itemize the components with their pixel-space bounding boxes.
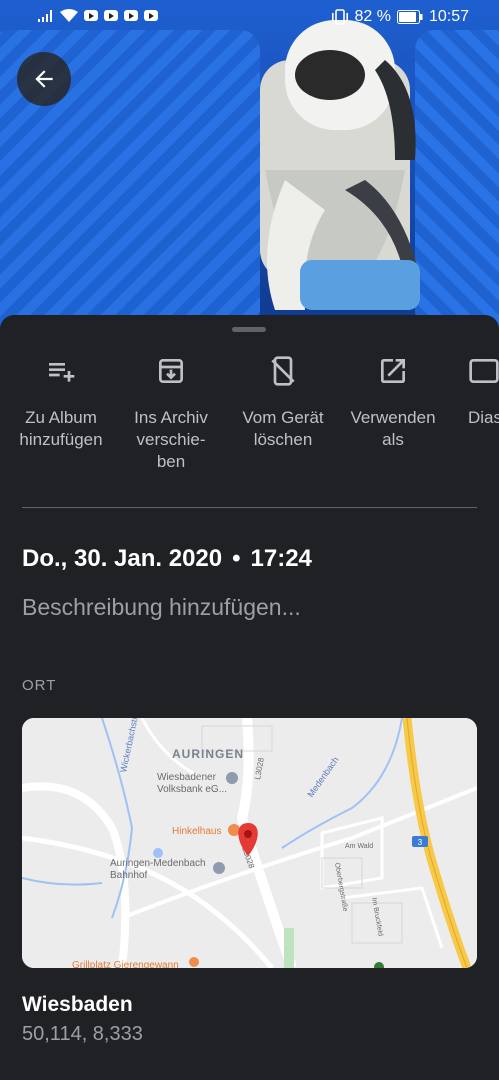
youtube-notification-icon xyxy=(84,10,98,21)
description-input[interactable]: Beschreibung hinzufügen... xyxy=(22,594,301,621)
photo-preview[interactable] xyxy=(0,0,499,330)
action-label: Dias xyxy=(468,408,499,427)
photo-time: 17:24 xyxy=(250,545,312,572)
action-label: Zu Album hinzufügen xyxy=(19,408,103,449)
date-time-row[interactable]: Do., 30. Jan. 2020 • 17:24 xyxy=(22,545,312,573)
slideshow-icon xyxy=(469,359,499,383)
map-grill-label: Grillplatz Gierengewann xyxy=(72,960,179,968)
use-as-button[interactable]: Verwenden als xyxy=(338,351,448,451)
battery-icon xyxy=(396,10,423,24)
youtube-notification-icon xyxy=(124,10,138,21)
wifi-icon xyxy=(60,9,78,22)
map-image: 3 AURINGEN Wiesbadener Volksbank eG... Hi… xyxy=(22,718,477,968)
action-label: Ins Archiv verschie- ben xyxy=(134,408,208,471)
separator-dot: • xyxy=(232,545,241,572)
seat-fabric-right xyxy=(415,30,499,330)
battery-percent: 82 % xyxy=(354,8,391,25)
playlist-add-icon xyxy=(49,363,75,382)
coordinates: 50,114, 8,333 xyxy=(22,1023,143,1045)
back-button[interactable] xyxy=(17,52,71,106)
highway-label: 3 xyxy=(418,838,423,847)
youtube-notification-icon xyxy=(104,10,118,21)
status-icons-left xyxy=(38,9,158,22)
clock: 10:57 xyxy=(428,8,469,25)
status-bar: 82 % 10:57 xyxy=(0,0,499,34)
location-map[interactable]: 3 AURINGEN Wiesbadener Volksbank eG... Hi… xyxy=(22,718,477,968)
signal-icon xyxy=(38,9,52,22)
action-label: Verwenden als xyxy=(350,408,436,449)
action-row: Zu Album hinzufügen Ins Archiv verschie-… xyxy=(0,351,499,481)
open-in-new-icon xyxy=(381,359,405,383)
dog-image xyxy=(260,20,420,310)
archive-button[interactable]: Ins Archiv verschie- ben xyxy=(116,351,226,473)
archive-icon xyxy=(159,359,183,383)
vibrate-icon xyxy=(332,9,349,25)
status-icons-right: 82 % 10:57 xyxy=(332,8,469,26)
delete-from-device-button[interactable]: Vom Gerät löschen xyxy=(228,351,338,451)
divider xyxy=(22,507,477,508)
map-street-label: Am Wald xyxy=(345,843,373,850)
action-label: Vom Gerät löschen xyxy=(242,408,324,449)
add-to-album-button[interactable]: Zu Album hinzufügen xyxy=(6,351,116,451)
place-name: Wiesbaden xyxy=(22,993,133,1016)
phone-delete-icon xyxy=(271,356,295,386)
slideshow-button[interactable]: Dias xyxy=(448,351,499,429)
location-section-title: ORT xyxy=(22,677,57,694)
photo-details-sheet: Zu Album hinzufügen Ins Archiv verschie-… xyxy=(0,315,499,1080)
youtube-notification-icon xyxy=(144,10,158,21)
map-restaurant-label: Hinkelhaus xyxy=(172,826,221,837)
photo-date: Do., 30. Jan. 2020 xyxy=(22,545,223,572)
arrow-back-icon xyxy=(35,70,53,88)
map-town-label: AURINGEN xyxy=(172,747,244,761)
drag-handle[interactable] xyxy=(232,327,266,332)
